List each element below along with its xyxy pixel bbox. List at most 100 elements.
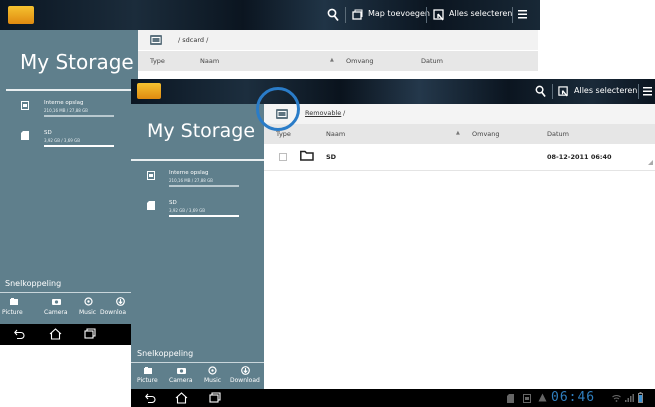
front-column-header: Type Naam ▲ Omvang Datum	[264, 124, 655, 144]
clock[interactable]: 06:46	[551, 390, 595, 405]
front-screenshot: Alles selecteren My Storage Interne opsl…	[131, 79, 655, 407]
shortcut-camera[interactable]: Camera	[163, 365, 197, 389]
screenshot-notification-icon[interactable]	[523, 394, 531, 403]
back-sidebar: My Storage Interne opslag 210,16 MB / 27…	[0, 30, 138, 324]
sd-notification-icon[interactable]	[507, 394, 514, 403]
select-all-label: Alles selecteren	[574, 86, 638, 95]
breadcrumb-link[interactable]: Removable	[305, 109, 341, 117]
storage-label: Interne opslag	[169, 170, 209, 176]
storage-size: 210,16 MB / 27,88 GB	[44, 108, 88, 113]
search-icon[interactable]	[327, 8, 339, 22]
column-name[interactable]: Naam	[200, 57, 219, 65]
home-icon[interactable]	[175, 392, 188, 404]
picture-icon	[144, 367, 152, 374]
shortcut-download[interactable]: Download	[227, 365, 264, 389]
internal-storage-icon	[147, 171, 155, 180]
battery-icon	[638, 392, 643, 403]
shortcuts-row: Picture Camera Music Download	[131, 365, 264, 389]
shortcuts-title: Snelkoppeling	[137, 349, 194, 358]
column-date[interactable]: Datum	[547, 130, 569, 138]
column-date[interactable]: Datum	[421, 57, 443, 65]
sidebar-title-divider	[6, 89, 134, 91]
shortcut-label: Download	[230, 377, 260, 384]
add-folder-icon	[352, 9, 364, 21]
shortcut-camera[interactable]: Camera	[30, 295, 68, 323]
column-type[interactable]: Type	[150, 57, 165, 65]
storage-app-logo[interactable]	[137, 83, 161, 99]
recent-apps-icon[interactable]	[209, 392, 221, 403]
shortcut-label: Music	[204, 377, 222, 384]
row-corner-icon	[648, 160, 653, 165]
column-size[interactable]: Omvang	[472, 130, 500, 138]
storage-bar	[169, 215, 239, 217]
column-type[interactable]: Type	[276, 130, 291, 138]
shortcut-label: Downloa	[100, 309, 127, 316]
storage-item-sd[interactable]: SD 3,92 GB / 3,69 GB	[131, 198, 264, 224]
storage-size: 210,16 MB / 27,88 GB	[169, 178, 213, 183]
add-folder-label: Map toevoegen	[368, 9, 430, 18]
select-all-icon	[433, 9, 445, 21]
breadcrumb-separator: /	[343, 109, 346, 117]
download-icon	[241, 366, 250, 375]
signal-icon	[625, 394, 635, 402]
internal-storage-icon	[21, 101, 29, 110]
sort-arrow-icon: ▲	[456, 130, 460, 136]
home-icon[interactable]	[49, 328, 62, 340]
shortcut-label: Picture	[2, 309, 23, 316]
download-icon	[116, 297, 125, 306]
back-navigation-bar	[0, 324, 138, 345]
front-breadcrumb-bar: Removable /	[264, 104, 655, 124]
picture-icon	[10, 298, 18, 305]
back-icon[interactable]	[14, 329, 25, 339]
column-name[interactable]: Naam	[326, 130, 345, 138]
front-app-bar: Alles selecteren	[131, 79, 655, 104]
sidebar-title-divider	[131, 159, 264, 161]
wifi-icon	[612, 394, 621, 402]
front-sidebar: My Storage Interne opslag 210,16 MB / 27…	[131, 104, 264, 388]
storage-label: SD	[44, 130, 52, 136]
storage-bar	[169, 185, 239, 187]
back-icon[interactable]	[145, 393, 156, 403]
shortcuts-title: Snelkoppeling	[5, 279, 62, 288]
storage-size: 3,92 GB / 3,69 GB	[169, 208, 205, 213]
storage-item-internal[interactable]: Interne opslag 210,16 MB / 27,88 GB	[131, 168, 264, 194]
shortcut-label: Music	[79, 309, 97, 316]
recent-apps-icon[interactable]	[84, 328, 96, 339]
shortcut-picture[interactable]: Picture	[0, 295, 30, 323]
warning-icon[interactable]	[538, 393, 547, 402]
shortcut-label: Camera	[169, 377, 193, 384]
column-size[interactable]: Omvang	[346, 57, 374, 65]
shortcuts-divider	[0, 292, 138, 293]
row-date: 08-12-2011 06:40	[547, 153, 612, 161]
sd-card-icon	[21, 131, 29, 140]
storage-label: Interne opslag	[44, 100, 84, 106]
shortcut-music[interactable]: Music	[64, 295, 100, 323]
storage-bar	[44, 115, 114, 117]
shortcut-picture[interactable]: Picture	[131, 365, 163, 389]
storage-item-internal[interactable]: Interne opslag 210,16 MB / 27,88 GB	[0, 98, 138, 124]
storage-size: 3,92 GB / 3,69 GB	[44, 138, 80, 143]
menu-icon[interactable]	[643, 86, 653, 98]
row-name: SD	[326, 153, 337, 161]
storage-item-sd[interactable]: SD 3,92 GB / 3,69 GB	[0, 128, 138, 154]
breadcrumb[interactable]: / sdcard /	[178, 36, 208, 44]
sidebar-title: My Storage	[20, 50, 134, 74]
sort-arrow-icon: ▲	[330, 57, 334, 63]
select-all-icon	[558, 86, 569, 97]
shortcuts-row: Picture Camera Music Downloa	[0, 295, 138, 323]
table-row[interactable]: SD 08-12-2011 06:40	[264, 144, 655, 171]
storage-app-logo[interactable]	[8, 6, 34, 24]
camera-icon	[177, 367, 186, 374]
storage-toggle-icon[interactable]	[150, 35, 162, 45]
menu-icon[interactable]	[518, 9, 528, 21]
front-navigation-bar: 06:46	[131, 389, 655, 407]
shortcut-music[interactable]: Music	[197, 365, 227, 389]
back-column-header: Type Naam ▲ Omvang Datum	[138, 51, 538, 71]
sd-card-icon	[147, 201, 155, 210]
music-icon	[84, 297, 93, 306]
search-icon[interactable]	[535, 85, 546, 98]
storage-label: SD	[169, 200, 177, 206]
front-file-list: SD 08-12-2011 06:40	[264, 144, 655, 388]
storage-bar	[44, 145, 114, 147]
row-checkbox[interactable]	[279, 153, 287, 161]
